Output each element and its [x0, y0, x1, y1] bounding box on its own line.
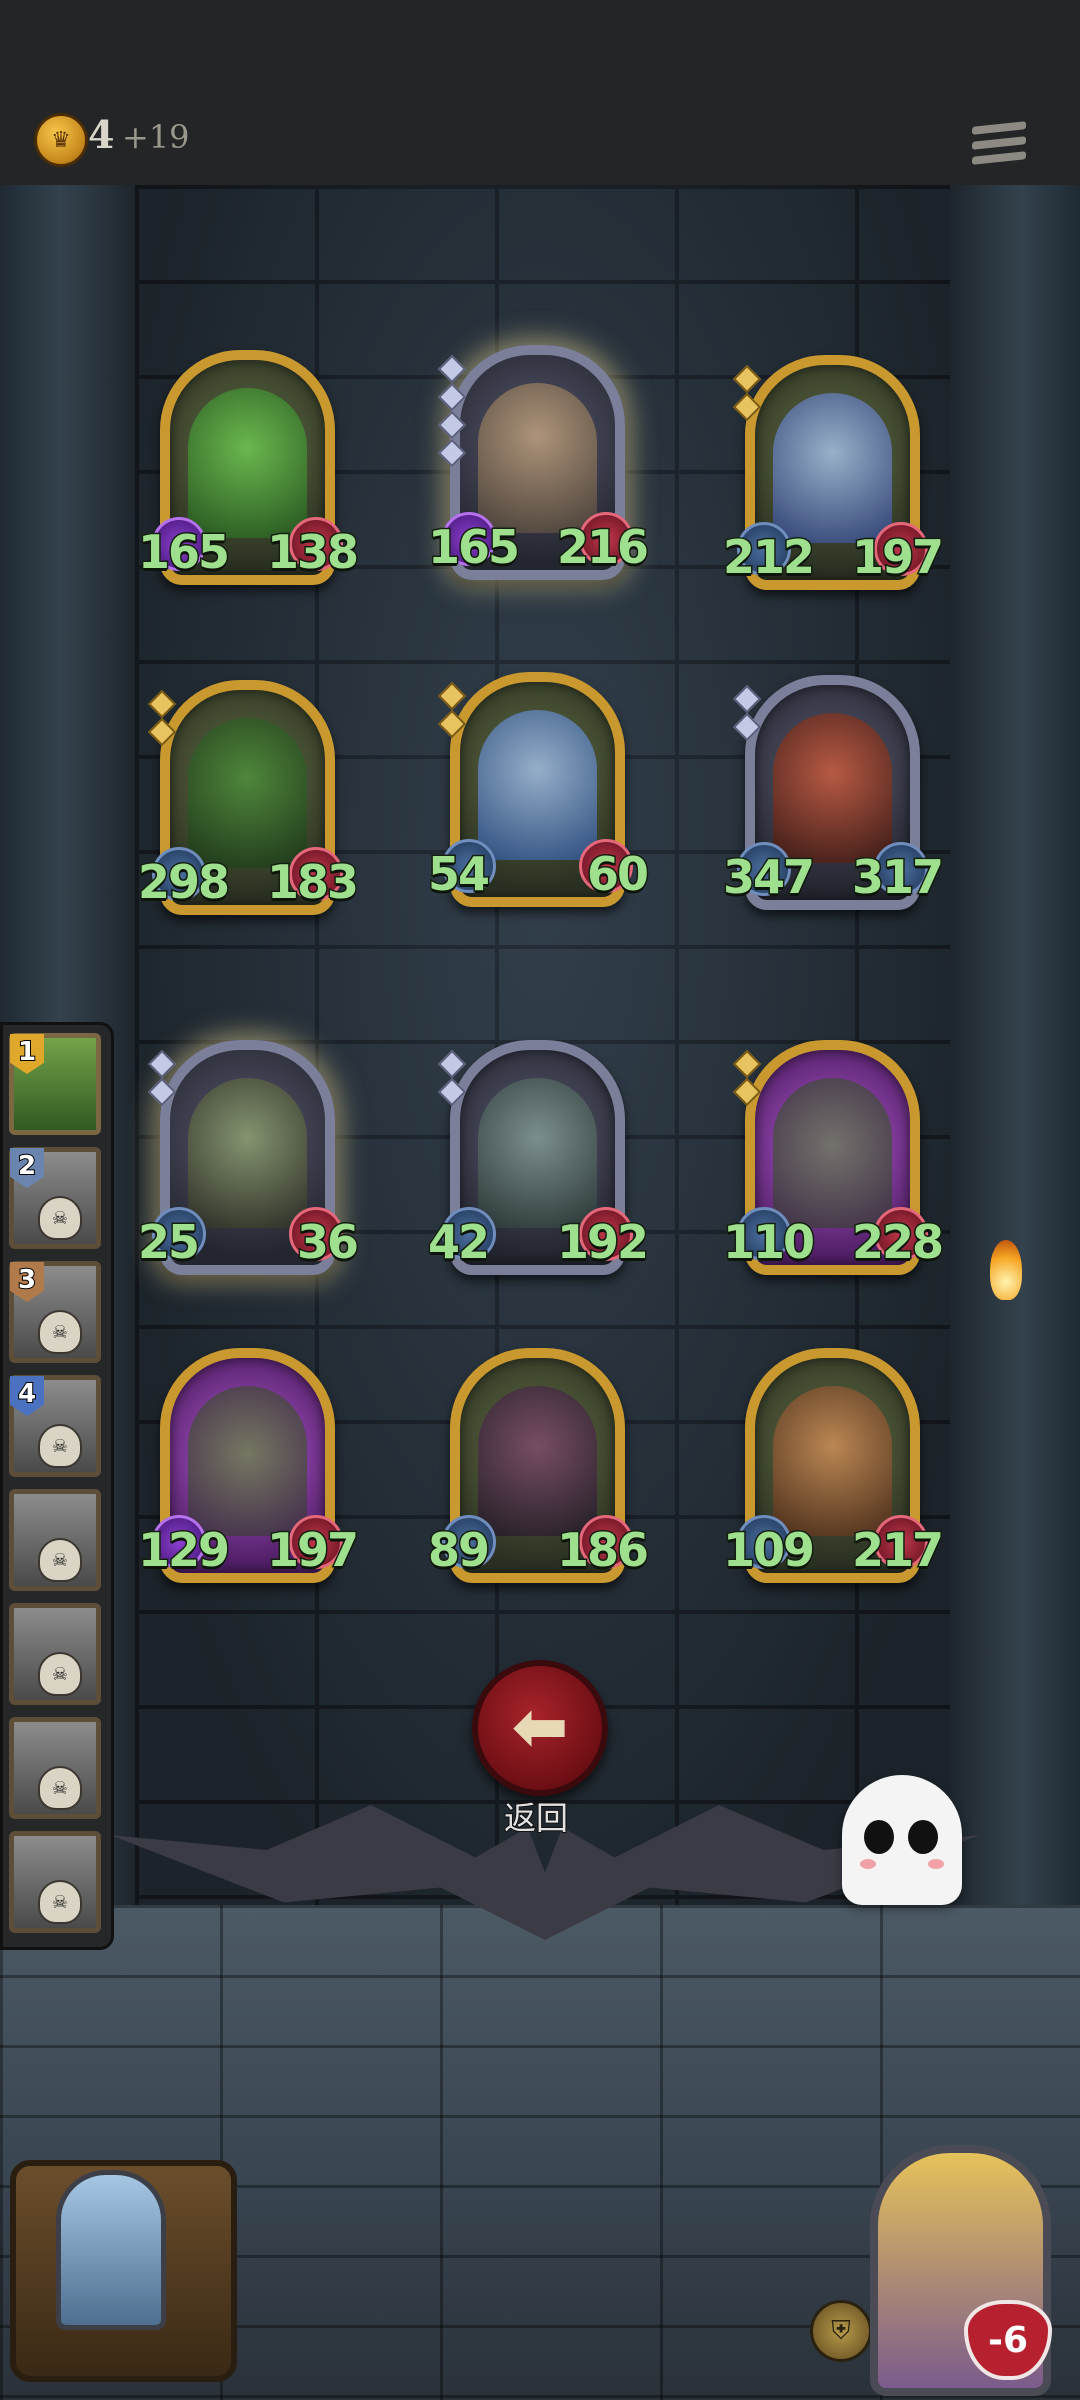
unit-card[interactable]: 298 183	[136, 680, 361, 915]
slot-number: 2	[10, 1148, 44, 1188]
attack-value: 165	[136, 524, 231, 581]
slot-number: 3	[10, 1262, 44, 1302]
gold-coin-icon: ♛	[34, 113, 88, 167]
skull-icon: ☠	[38, 1766, 82, 1810]
attack-value: 42	[426, 1214, 491, 1271]
team-sidebar: 1 2 ☠ 3 ☠ 4 ☠ ☠ ☠ ☠ ☠	[0, 1022, 114, 1950]
attack-value: 25	[136, 1214, 201, 1271]
attack-value: 298	[136, 854, 231, 911]
level-pips	[437, 354, 467, 471]
ghost-cheek	[860, 1859, 876, 1869]
back-button[interactable]: ⬅	[472, 1660, 608, 1796]
unit-card[interactable]: 165 216	[426, 345, 651, 580]
level-pips	[147, 1049, 177, 1110]
health-value: 228	[850, 1214, 945, 1271]
team-slot[interactable]: ☠	[9, 1717, 101, 1819]
stone-golem-portrait	[773, 1078, 892, 1228]
unit-card[interactable]: 25 36	[136, 1040, 361, 1275]
unit-card[interactable]: 109 217	[721, 1348, 946, 1583]
health-value: 197	[850, 529, 945, 586]
skull-icon: ☠	[38, 1310, 82, 1354]
top-bar: ♛ 4 +19	[0, 0, 1080, 189]
gold-income: +19	[122, 118, 190, 156]
skull-icon: ☠	[38, 1538, 82, 1582]
fish-man-portrait	[478, 1078, 597, 1228]
treant-portrait	[773, 1386, 892, 1536]
team-slot[interactable]: 4 ☠	[9, 1375, 101, 1477]
right-pillar	[950, 185, 1080, 1905]
arrow-left-icon: ⬅	[511, 1688, 569, 1767]
health-value: 217	[850, 1522, 945, 1579]
level-pips	[732, 364, 762, 425]
slot-number: 4	[10, 1376, 44, 1416]
swamp-tree-portrait	[188, 718, 307, 868]
attack-value: 89	[426, 1522, 491, 1579]
succubus-portrait	[188, 1078, 307, 1228]
skull-icon: ☠	[38, 1652, 82, 1696]
gold-count: 4	[88, 112, 115, 157]
hamburger-menu-icon[interactable]	[972, 121, 1026, 176]
attack-value: 347	[721, 849, 816, 906]
attack-value: 110	[721, 1214, 816, 1271]
health-value: 60	[585, 846, 650, 903]
level-pips	[732, 1049, 762, 1110]
deck-hero-portrait	[56, 2170, 166, 2330]
team-slot[interactable]: 2 ☠	[9, 1147, 101, 1249]
level-pips	[732, 684, 762, 745]
skull-icon: ☠	[38, 1880, 82, 1924]
health-value: 192	[555, 1214, 650, 1271]
dragon-portrait	[773, 713, 892, 863]
unit-card[interactable]: 110 228	[721, 1040, 946, 1275]
torch-flame-icon	[990, 1240, 1022, 1300]
unit-card[interactable]: 54 60	[426, 672, 651, 907]
warrior-portrait	[478, 383, 597, 533]
back-button-label: 返回	[503, 1798, 569, 1838]
team-slot[interactable]: 3 ☠	[9, 1261, 101, 1363]
dryad-portrait	[188, 388, 307, 538]
rock-monster-portrait	[188, 1386, 307, 1536]
unit-card[interactable]: 42 192	[426, 1040, 651, 1275]
unit-card[interactable]: 129 197	[136, 1348, 361, 1583]
slot-number: 1	[10, 1034, 44, 1074]
attack-value: 165	[426, 519, 521, 576]
level-pips	[147, 689, 177, 750]
health-value: 216	[555, 519, 650, 576]
team-slot[interactable]: ☠	[9, 1831, 101, 1933]
unit-card[interactable]: 165 138	[136, 350, 361, 585]
team-slot[interactable]: ☠	[9, 1603, 101, 1705]
skull-icon: ☠	[38, 1196, 82, 1240]
health-value: 138	[265, 524, 360, 581]
skull-icon: ☠	[38, 1424, 82, 1468]
attack-value: 212	[721, 529, 816, 586]
attack-value: 129	[136, 1522, 231, 1579]
level-pips	[437, 681, 467, 742]
shield-icon[interactable]: ⛨	[810, 2300, 872, 2362]
health-value: 36	[295, 1214, 360, 1271]
unit-card[interactable]: 212 197	[721, 355, 946, 590]
knight-portrait	[773, 393, 892, 543]
ghost-cheek	[928, 1859, 944, 1869]
unit-card[interactable]: 347 317	[721, 675, 946, 910]
attack-value: 54	[426, 846, 491, 903]
flower-witch-portrait	[478, 1386, 597, 1536]
team-slot[interactable]: 1	[9, 1033, 101, 1135]
team-slot[interactable]: ☠	[9, 1489, 101, 1591]
health-value: 186	[555, 1522, 650, 1579]
health-value: 183	[265, 854, 360, 911]
ghost-eye	[864, 1820, 894, 1854]
level-pips	[437, 1049, 467, 1110]
mushroom-elf-portrait	[478, 710, 597, 860]
unit-card[interactable]: 89 186	[426, 1348, 651, 1583]
attack-value: 109	[721, 1522, 816, 1579]
health-value: 317	[850, 849, 945, 906]
ghost-eye	[908, 1820, 938, 1854]
health-value: 197	[265, 1522, 360, 1579]
ghost-mascot[interactable]	[842, 1775, 962, 1905]
